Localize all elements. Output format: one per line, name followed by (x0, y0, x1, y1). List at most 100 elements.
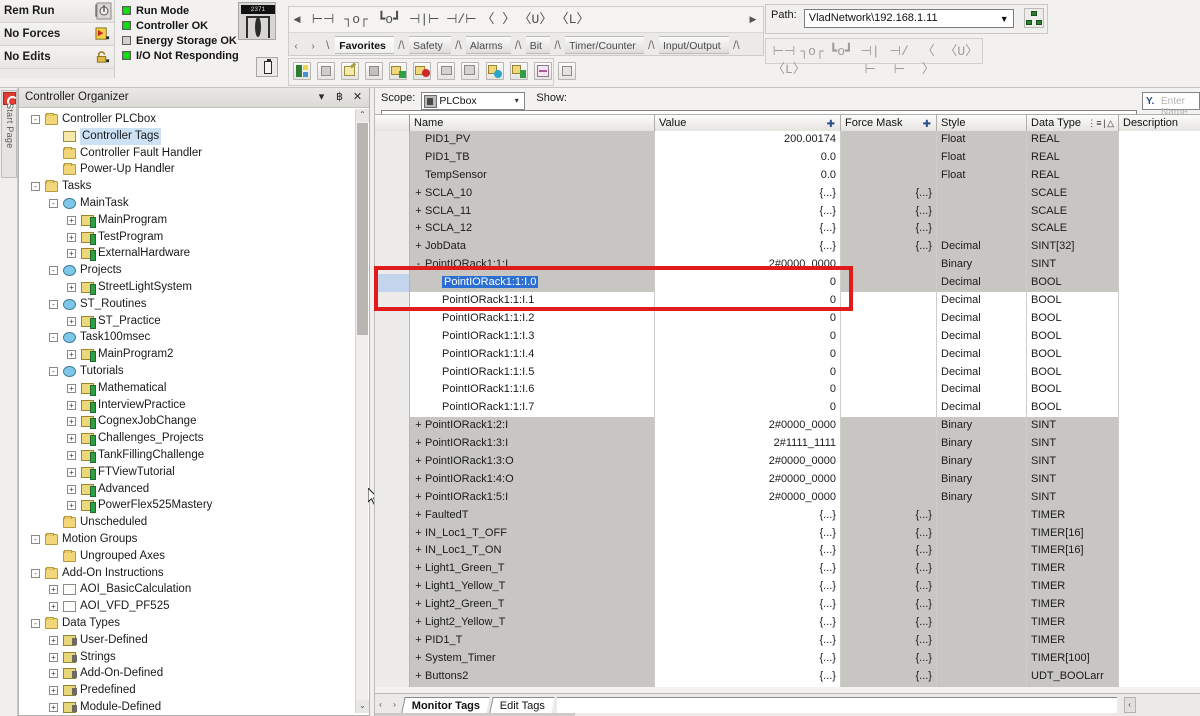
cell-tag-name[interactable]: +FaultedT (410, 507, 655, 525)
window-tile-icon[interactable] (437, 62, 455, 80)
row-select-cell[interactable] (375, 668, 410, 686)
cell-data-type[interactable]: SINT (1027, 256, 1119, 274)
chevron-down-icon[interactable]: ▼ (998, 13, 1011, 26)
cell-tag-name[interactable]: +Light1_Green_T (410, 560, 655, 578)
table-row[interactable]: +PointIORack1:3:I2#1111_1111BinarySINT (375, 435, 1200, 453)
cell-value[interactable]: {...} (655, 525, 841, 543)
cell-data-type[interactable]: BOOL (1027, 399, 1119, 417)
cell-force-mask[interactable] (841, 453, 937, 471)
cell-tag-name[interactable]: +Buttons2 (410, 668, 655, 686)
row-select-cell[interactable] (375, 220, 410, 238)
cell-description[interactable] (1119, 203, 1200, 221)
cell-tag-name[interactable]: +SCLA_11 (410, 203, 655, 221)
column-header-value[interactable]: Value ✚ (655, 115, 841, 131)
cell-value[interactable]: {...} (655, 686, 841, 687)
cell-data-type[interactable]: BOOL (1027, 381, 1119, 399)
tree-expand-icon[interactable]: + (67, 434, 76, 443)
display-toggle-icon[interactable] (558, 62, 576, 80)
task-monitor-icon[interactable] (510, 62, 528, 80)
cell-tag-name[interactable]: +PointIORack1:3:O (410, 453, 655, 471)
cell-data-type[interactable]: TIMER[16] (1027, 542, 1119, 560)
cell-value[interactable]: 2#0000_0000 (655, 453, 841, 471)
table-row[interactable]: +IN_Loc1_T_OFF{...}{...}TIMER[16] (375, 525, 1200, 543)
row-expand-icon[interactable]: + (414, 560, 423, 578)
cell-description[interactable] (1119, 650, 1200, 668)
tree-item-projects[interactable]: -Projects (19, 262, 369, 279)
cell-description[interactable] (1119, 489, 1200, 507)
cell-value[interactable]: 200.00174 (655, 131, 841, 149)
cell-description[interactable] (1119, 292, 1200, 310)
table-row[interactable]: +SCLA_11{...}{...}SCALE (375, 203, 1200, 221)
instruction-branch-level-button[interactable]: ⊣/⊢ (444, 7, 478, 33)
cell-value[interactable]: {...} (655, 560, 841, 578)
cell-description[interactable] (1119, 256, 1200, 274)
cell-style[interactable]: Binary (937, 417, 1027, 435)
cell-value[interactable]: 0 (655, 292, 841, 310)
instruction-scroll-left-button[interactable]: ◀ (289, 7, 305, 33)
instruction-ote-button-2[interactable]: ┗o┛ (828, 43, 854, 61)
cell-style[interactable] (937, 596, 1027, 614)
tree-item-add-on-defined[interactable]: +Add-On-Defined (19, 665, 369, 682)
cell-description[interactable] (1119, 471, 1200, 489)
row-select-cell[interactable] (375, 185, 410, 203)
row-expand-icon[interactable]: + (414, 507, 423, 525)
cell-value[interactable]: {...} (655, 632, 841, 650)
cell-data-type[interactable]: REAL (1027, 167, 1119, 185)
row-select-cell[interactable] (375, 525, 410, 543)
cell-data-type[interactable]: BOOL (1027, 274, 1119, 292)
instruction-xic-button[interactable]: ⊢⊣ (308, 7, 338, 33)
close-icon[interactable]: ✕ (350, 90, 365, 105)
cell-style[interactable]: Decimal (937, 310, 1027, 328)
row-expand-icon[interactable]: + (414, 525, 423, 543)
cell-tag-name[interactable]: +System_Timer (410, 650, 655, 668)
row-expand-icon[interactable]: + (414, 668, 423, 686)
row-expand-icon[interactable]: + (414, 650, 423, 668)
table-row[interactable]: +FaultedT{...}{...}TIMER (375, 507, 1200, 525)
tree-item-mathematical[interactable]: +Mathematical (19, 380, 369, 397)
tree-item-strings[interactable]: +Strings (19, 649, 369, 666)
cell-style[interactable] (937, 560, 1027, 578)
tree-expand-icon[interactable]: + (67, 216, 76, 225)
cell-force-mask[interactable] (841, 435, 937, 453)
cell-data-type[interactable]: REAL (1027, 149, 1119, 167)
cell-force-mask[interactable]: {...} (841, 542, 937, 560)
table-row[interactable]: +PointIORack1:2:I2#0000_0000BinarySINT (375, 417, 1200, 435)
tree-expand-icon[interactable]: + (49, 669, 58, 678)
row-expand-icon[interactable]: + (414, 185, 423, 203)
window-cascade-icon[interactable] (461, 62, 479, 80)
row-expand-icon[interactable]: + (414, 435, 423, 453)
tree-item-mainprogram2[interactable]: +MainProgram2 (19, 346, 369, 363)
pin-icon[interactable]: ฿ (332, 90, 347, 105)
tree-item-motion-groups[interactable]: -Motion Groups (19, 531, 369, 548)
cell-tag-name[interactable]: +PointIORack1:4:O (410, 471, 655, 489)
cell-value[interactable]: 0 (655, 346, 841, 364)
tree-item-data-types[interactable]: -Data Types (19, 615, 369, 632)
cell-force-mask[interactable] (841, 417, 937, 435)
cell-tag-name[interactable]: +PointIORack1:2:I (410, 417, 655, 435)
cell-style[interactable]: Float (937, 167, 1027, 185)
instruction-tab-favorites[interactable]: Favorites (335, 36, 394, 54)
cell-data-type[interactable]: TIMER (1027, 507, 1119, 525)
table-row[interactable]: +Light1_Yellow_T{...}{...}TIMER (375, 578, 1200, 596)
tree-expand-icon[interactable]: + (49, 686, 58, 695)
row-select-cell[interactable] (375, 417, 410, 435)
row-select-cell[interactable] (375, 686, 410, 687)
tree-collapse-icon[interactable]: - (31, 569, 40, 578)
cell-description[interactable] (1119, 238, 1200, 256)
cell-data-type[interactable]: TIMER (1027, 578, 1119, 596)
cell-force-mask[interactable]: {...} (841, 632, 937, 650)
instruction-rung-button-2[interactable]: 〈 〉 (915, 43, 941, 61)
table-row[interactable]: +CLX_Conv{...}{...}UDT_ProdCon (375, 686, 1200, 687)
instruction-tab-prev-button[interactable]: ‹ (289, 36, 303, 58)
cell-value[interactable]: 0 (655, 328, 841, 346)
tree-item-powerflex525mastery[interactable]: +PowerFlex525Mastery (19, 497, 369, 514)
cell-description[interactable] (1119, 453, 1200, 471)
cell-tag-name[interactable]: +IN_Loc1_T_OFF (410, 525, 655, 543)
cell-tag-name[interactable]: PointIORack1:1:I.0 (410, 274, 655, 292)
cell-tag-name[interactable]: +SCLA_12 (410, 220, 655, 238)
cell-data-type[interactable]: SINT (1027, 435, 1119, 453)
cell-style[interactable] (937, 578, 1027, 596)
cell-description[interactable] (1119, 185, 1200, 203)
cell-description[interactable] (1119, 381, 1200, 399)
instruction-rung-below-button-2[interactable]: 〈L〉 (772, 61, 798, 79)
